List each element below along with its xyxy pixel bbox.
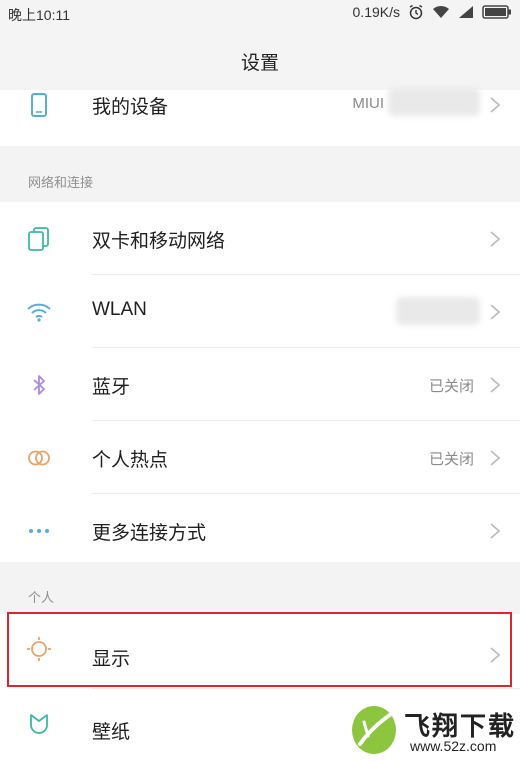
hotspot-icon [28,450,50,466]
chevron-right-icon [490,523,501,539]
watermark-url: www.52z.com [410,738,497,754]
row-bluetooth[interactable]: 蓝牙 已关闭 [0,348,520,420]
status-right: 0.19K/s [353,4,512,20]
wifi-icon [27,303,51,322]
signal-icon [459,6,473,18]
row-wlan[interactable]: WLAN [0,275,520,347]
row-label: 个人热点 [92,450,169,471]
row-label: 更多连接方式 [92,523,207,544]
network-speed: 0.19K/s [352,4,400,20]
bluetooth-icon [33,375,45,395]
row-label: 壁纸 [92,722,131,743]
device-row[interactable]: 我的设备 MIUI [0,72,520,144]
alarm-icon [409,4,423,20]
redacted-area [388,88,480,116]
wallpaper-icon [30,714,48,734]
device-label: 我的设备 [92,97,169,118]
row-dual-sim[interactable]: 双卡和移动网络 [0,202,520,274]
section-title-network: 网络和连接 [28,175,94,190]
status-bar: 晚上10:11 0.19K/s [0,0,520,26]
status-time: 晚上10:11 [8,7,70,23]
row-value: 已关闭 [428,451,474,468]
row-label: 双卡和移动网络 [92,231,226,252]
chevron-right-icon [490,231,501,247]
phone-icon [31,93,47,117]
row-more-connections[interactable]: 更多连接方式 [0,494,520,566]
page-title: 设置 [240,53,279,74]
wifi-icon [433,5,449,18]
device-card: 我的设备 MIUI [0,88,520,146]
leaf-logo-icon [352,706,396,754]
row-label: WLAN [92,299,147,320]
chevron-right-icon [490,450,501,466]
redacted-area [396,297,480,325]
chevron-right-icon [490,377,501,393]
chevron-right-icon [490,304,501,320]
row-hotspot[interactable]: 个人热点 已关闭 [0,421,520,493]
network-card: 双卡和移动网络 WLAN 蓝牙 已关闭 个人热点 已关闭 更多连接方式 [0,202,520,562]
row-value: 已关闭 [428,378,474,395]
watermark: 飞翔下载 www.52z.com [348,700,518,758]
more-dots-icon [29,529,49,533]
chevron-right-icon [490,97,501,113]
highlight-box [7,612,512,687]
device-value: MIUI [352,95,384,112]
battery-icon [482,5,511,19]
row-label: 蓝牙 [92,377,131,398]
section-title-personal: 个人 [28,590,55,605]
sim-card-icon [28,227,49,251]
